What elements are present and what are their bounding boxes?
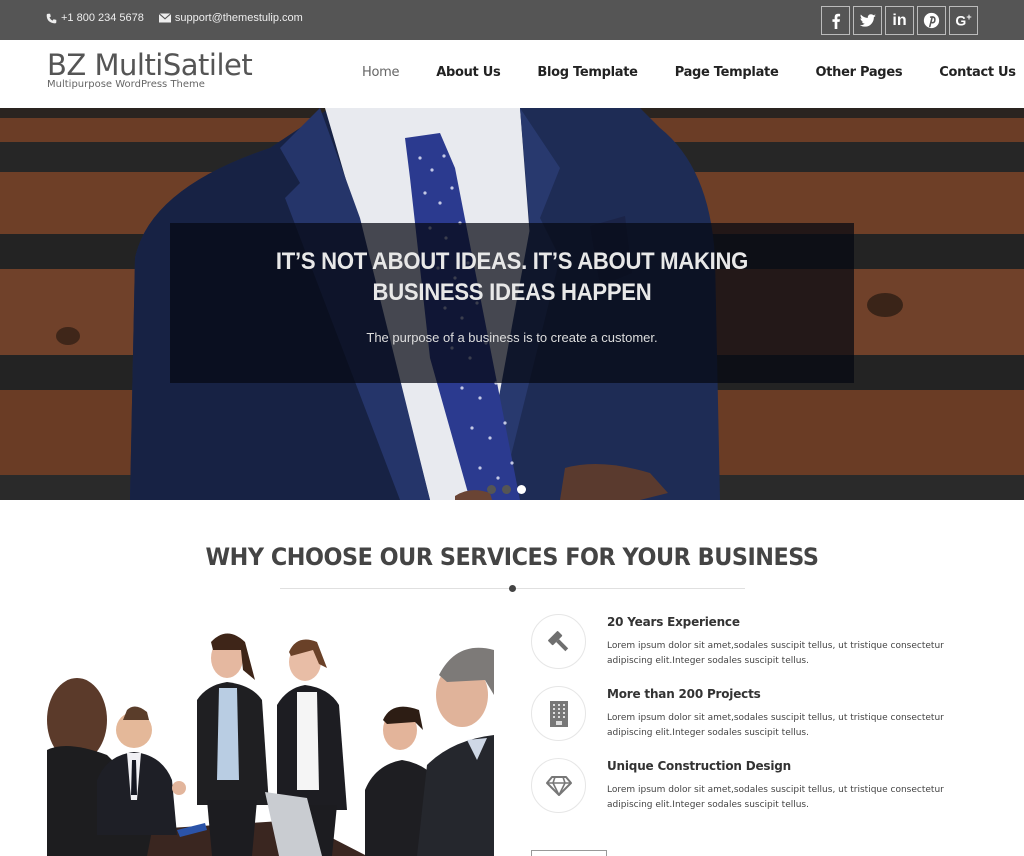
slide-caption: IT’S NOT ABOUT IDEAS. IT’S ABOUT MAKING …	[170, 223, 854, 383]
building-icon	[549, 700, 568, 727]
site-header: BZ MultiSatilet Multipurpose WordPress T…	[0, 40, 1024, 108]
email-address: support@themestulip.com	[174, 12, 303, 24]
contact-info: +1 800 234 5678 support@themestulip.com	[46, 12, 303, 24]
pinterest-icon[interactable]	[917, 6, 946, 35]
nav-home[interactable]: Home	[362, 65, 400, 80]
social-links: in G+	[821, 6, 978, 35]
phone-icon	[46, 13, 57, 23]
features-list: 20 Years Experience Lorem ipsum dolor si…	[531, 614, 991, 830]
feature-description: Lorem ipsum dolor sit amet,sodales susci…	[607, 785, 944, 810]
feature-description: Lorem ipsum dolor sit amet,sodales susci…	[607, 641, 944, 666]
slide-title: IT’S NOT ABOUT IDEAS. IT’S ABOUT MAKING …	[275, 248, 749, 306]
phone-number: +1 800 234 5678	[61, 12, 144, 24]
divider-dot	[509, 585, 516, 592]
gavel-icon	[547, 630, 568, 651]
nav-contact-us[interactable]: Contact Us	[939, 65, 1016, 80]
nav-other-pages[interactable]: Other Pages	[815, 65, 902, 80]
twitter-icon[interactable]	[853, 6, 882, 35]
google-plus-icon[interactable]: G+	[949, 6, 978, 35]
slider-dot-2[interactable]	[502, 485, 511, 494]
feature-item: 20 Years Experience Lorem ipsum dolor si…	[531, 614, 991, 686]
slider-dot-1[interactable]	[487, 485, 496, 494]
diamond-icon	[545, 775, 572, 796]
nav-blog-template[interactable]: Blog Template	[537, 65, 638, 80]
slider-dot-3[interactable]	[517, 485, 526, 494]
read-more-button[interactable]	[531, 850, 607, 856]
section-heading: WHY CHOOSE OUR SERVICES FOR YOUR BUSINES…	[205, 543, 819, 571]
envelope-icon	[158, 13, 171, 23]
feature-icon-circle	[531, 614, 586, 669]
site-title[interactable]: BZ MultiSatilet	[47, 48, 253, 82]
phone-contact[interactable]: +1 800 234 5678	[46, 12, 144, 24]
feature-icon-circle	[531, 686, 586, 741]
feature-title: 20 Years Experience	[607, 615, 740, 629]
nav-page-template[interactable]: Page Template	[675, 65, 779, 80]
feature-item: Unique Construction Design Lorem ipsum d…	[531, 758, 991, 830]
linkedin-icon[interactable]: in	[885, 6, 914, 35]
hero-slider: IT’S NOT ABOUT IDEAS. IT’S ABOUT MAKING …	[0, 108, 1024, 500]
main-nav: Home About Us Blog Template Page Templat…	[362, 65, 1024, 80]
email-contact[interactable]: support@themestulip.com	[158, 12, 303, 24]
feature-icon-circle	[531, 758, 586, 813]
feature-title: Unique Construction Design	[607, 759, 791, 773]
team-meeting-image	[47, 620, 494, 856]
feature-item: More than 200 Projects Lorem ipsum dolor…	[531, 686, 991, 758]
slide-subtitle: The purpose of a business is to create a…	[366, 330, 658, 345]
feature-title: More than 200 Projects	[607, 687, 761, 701]
top-bar: +1 800 234 5678 support@themestulip.com …	[0, 0, 1024, 40]
slider-pagination	[487, 485, 526, 494]
feature-description: Lorem ipsum dolor sit amet,sodales susci…	[607, 713, 944, 738]
site-tagline: Multipurpose WordPress Theme	[47, 79, 205, 90]
nav-about-us[interactable]: About Us	[436, 65, 500, 80]
facebook-icon[interactable]	[821, 6, 850, 35]
